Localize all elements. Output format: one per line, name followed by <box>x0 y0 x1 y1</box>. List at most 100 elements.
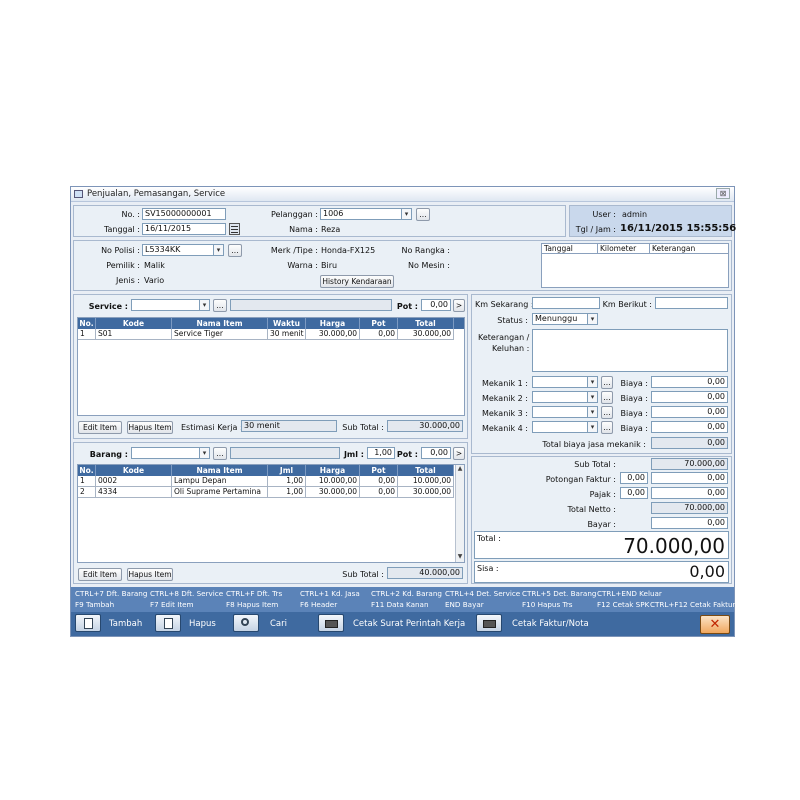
mekanik-2-dropdown-icon[interactable]: ▾ <box>587 391 598 403</box>
service-add-button[interactable]: > <box>453 299 465 312</box>
cari-button[interactable]: Cari <box>270 615 287 633</box>
no-field[interactable]: SV15000000001 <box>142 208 226 220</box>
nomesin-label: No Mesin : <box>408 261 450 270</box>
mekanik-3-dropdown-icon[interactable]: ▾ <box>587 406 598 418</box>
barang-field[interactable] <box>131 447 200 459</box>
barang-edit-item-button[interactable]: Edit Item <box>78 568 122 581</box>
estimasi-field: 30 menit <box>241 420 337 432</box>
warna-label: Warna : <box>287 261 318 270</box>
window-close-button[interactable]: ⊠ <box>716 188 730 199</box>
shortcut-item: F12 Cetak SPK <box>597 600 650 609</box>
service-row-waktu: 30 menit <box>268 329 306 340</box>
nopolisi-field[interactable]: L5334KK <box>142 244 214 256</box>
scroll-down-icon[interactable]: ▼ <box>456 553 464 562</box>
bayar-field[interactable]: 0,00 <box>651 517 728 529</box>
service-row-kode: S01 <box>96 329 172 340</box>
biaya-1-field[interactable]: 0,00 <box>651 376 728 388</box>
tambah-button[interactable]: Tambah <box>109 615 142 633</box>
barang-col-nama: Nama Item <box>172 465 268 476</box>
cetak-faktur-button[interactable]: Cetak Faktur/Nota <box>512 615 589 633</box>
service-table[interactable]: No. Kode Nama Item Waktu Harga Pot Total… <box>77 317 465 416</box>
service-row-no: 1 <box>78 329 96 340</box>
potongan-pct-field[interactable]: 0,00 <box>620 472 648 484</box>
summary-subtotal-field: 70.000,00 <box>651 458 728 470</box>
printer-icon[interactable] <box>318 614 344 632</box>
header-panel: No. : SV15000000001 Tanggal : 16/11/2015… <box>73 205 566 237</box>
service-label: Service : <box>88 302 128 311</box>
status-dropdown-icon[interactable]: ▾ <box>587 313 598 325</box>
tanggal-label: Tanggal : <box>103 225 140 234</box>
tambah-icon[interactable] <box>75 614 101 632</box>
pelanggan-lookup-button[interactable]: ... <box>416 208 430 221</box>
barang-add-button[interactable]: > <box>453 447 465 460</box>
scroll-up-icon[interactable]: ▲ <box>456 465 464 474</box>
service-edit-item-button[interactable]: Edit Item <box>78 421 122 434</box>
barang-label: Barang : <box>89 450 128 459</box>
keluhan-textarea[interactable] <box>532 329 728 372</box>
service-col-pot: Pot <box>360 318 398 329</box>
pajak-pct-field[interactable]: 0,00 <box>620 487 648 499</box>
cetak-spk-button[interactable]: Cetak Surat Perintah Kerja <box>353 615 465 633</box>
shortcut-item: F11 Data Kanan <box>371 600 429 609</box>
mekanik-4-dropdown-icon[interactable]: ▾ <box>587 421 598 433</box>
close-icon[interactable]: ✕ <box>700 615 730 634</box>
service-col-harga: Harga <box>306 318 360 329</box>
jml-field[interactable]: 1,00 <box>367 447 395 459</box>
calendar-icon[interactable] <box>229 223 240 235</box>
biaya-3-field[interactable]: 0,00 <box>651 406 728 418</box>
mekanik-1-dropdown-icon[interactable]: ▾ <box>587 376 598 388</box>
no-label: No. : <box>121 210 140 219</box>
barang-col-jml: Jml <box>268 465 306 476</box>
shortcut-item: CTRL+4 Det. Service <box>445 589 521 598</box>
hapus-icon[interactable] <box>155 614 181 632</box>
mekanik-4-field[interactable] <box>532 421 588 433</box>
merk-value: Honda-FX125 <box>321 246 376 255</box>
mekanik-2-field[interactable] <box>532 391 588 403</box>
nopolisi-dropdown-icon[interactable]: ▾ <box>213 244 224 256</box>
pelanggan-label: Pelanggan : <box>270 210 318 219</box>
pelanggan-field[interactable]: 1006 <box>320 208 402 220</box>
service-dropdown-icon[interactable]: ▾ <box>199 299 210 311</box>
service-lookup-button[interactable]: ... <box>213 299 227 312</box>
pajak-field[interactable]: 0,00 <box>651 487 728 499</box>
km-sekarang-field[interactable] <box>532 297 600 309</box>
history-kendaraan-button[interactable]: History Kendaraan <box>320 275 394 288</box>
service-subtotal-field: 30.000,00 <box>387 420 463 432</box>
km-berikut-field[interactable] <box>655 297 728 309</box>
nopolisi-label: No Polisi : <box>101 246 140 255</box>
window-title: Penjualan, Pemasangan, Service <box>87 189 226 199</box>
table-row[interactable]: 2 4334 Oli Suprame Pertamina 1,00 30.000… <box>78 487 454 498</box>
barang-hapus-item-button[interactable]: Hapus Item <box>127 568 173 581</box>
service-hapus-item-button[interactable]: Hapus Item <box>127 421 173 434</box>
search-icon[interactable] <box>233 614 259 632</box>
sisa-label: Sisa : <box>477 564 499 573</box>
history-table[interactable]: Tanggal Kilometer Keterangan <box>541 243 729 288</box>
barang-lookup-button[interactable]: ... <box>213 447 227 460</box>
barang-pot-field[interactable]: 0,00 <box>421 447 451 459</box>
mekanik-3-field[interactable] <box>532 406 588 418</box>
table-row[interactable]: 1 0002 Lampu Depan 1,00 10.000,00 0,00 1… <box>78 476 454 487</box>
service-name-field <box>230 299 392 311</box>
tgljam-value: 16/11/2015 15:55:56 <box>620 223 737 234</box>
barang-name-field <box>230 447 340 459</box>
biaya-4-field[interactable]: 0,00 <box>651 421 728 433</box>
service-col-kode: Kode <box>96 318 172 329</box>
status-field[interactable]: Menunggu <box>532 313 588 325</box>
service-row-nama: Service Tiger <box>172 329 268 340</box>
hapus-button[interactable]: Hapus <box>189 615 216 633</box>
pelanggan-dropdown-icon[interactable]: ▾ <box>401 208 412 220</box>
mekanik-1-field[interactable] <box>532 376 588 388</box>
barang-table[interactable]: No. Kode Nama Item Jml Harga Pot Total 1… <box>77 464 465 563</box>
potongan-field[interactable]: 0,00 <box>651 472 728 484</box>
service-pot-field[interactable]: 0,00 <box>421 299 451 311</box>
user-value: admin <box>622 210 648 219</box>
norangka-label: No Rangka : <box>401 246 451 255</box>
nopolisi-lookup-button[interactable]: ... <box>228 244 242 257</box>
printer-icon[interactable] <box>476 614 502 632</box>
barang-table-scrollbar[interactable]: ▲ ▼ <box>455 465 464 562</box>
biaya-2-field[interactable]: 0,00 <box>651 391 728 403</box>
tanggal-field[interactable]: 16/11/2015 <box>142 223 226 235</box>
barang-dropdown-icon[interactable]: ▾ <box>199 447 210 459</box>
table-row[interactable]: 1 S01 Service Tiger 30 menit 30.000,00 0… <box>78 329 454 340</box>
service-field[interactable] <box>131 299 200 311</box>
